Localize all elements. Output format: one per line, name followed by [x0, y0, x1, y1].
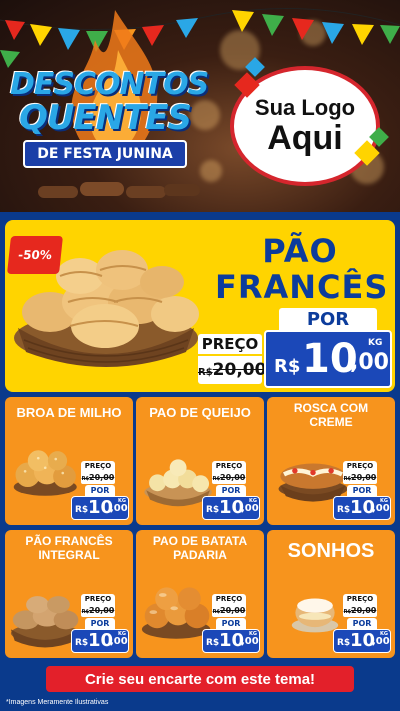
price-label: PREÇO	[343, 594, 377, 605]
old-price-value: 20,00	[351, 473, 377, 482]
product-name: ROSCA COM CREME	[293, 401, 369, 429]
product-card[interactable]: PAO DE QUEIJO PREÇO R$20,00 POR R$ 10,00 KG	[136, 397, 264, 525]
product-card[interactable]: PÃO FRANCÊS INTEGRAL PREÇO R$20,00 POR R$ 10,…	[5, 530, 133, 658]
sale-currency: R$	[206, 505, 220, 515]
sale-price-decimal: ,00	[110, 636, 128, 647]
old-price-currency: R$	[343, 476, 352, 482]
title-band: DE FESTA JUNINA	[23, 140, 187, 168]
unit-label: KG	[249, 498, 257, 504]
por-label: POR	[279, 308, 377, 332]
promo-title: DESCONTOS QUENTES DE FESTA JUNINA	[10, 67, 209, 168]
sale-price-decimal: ,00	[350, 350, 389, 375]
sale-price-box: R$ 10,00 KG	[333, 496, 391, 520]
por-label: POR	[347, 485, 377, 496]
product-name: PÃO FRANCÊS INTEGRAL	[25, 534, 113, 562]
old-price: R$20,00	[343, 605, 377, 617]
sale-price-box: R$ 10,00 KG	[71, 496, 129, 520]
product-name: PAO DE BATATA PADARIA	[152, 534, 248, 562]
old-price-currency: R$	[198, 367, 213, 378]
unit-label: KG	[368, 338, 383, 348]
old-price: R$20,00	[212, 605, 246, 617]
price-label: PREÇO	[343, 461, 377, 472]
unit-label: KG	[118, 631, 126, 637]
sale-currency: R$	[75, 505, 89, 515]
sale-currency: R$	[75, 638, 89, 648]
old-price-currency: R$	[343, 609, 352, 615]
sale-price-box: R$ 10,00 KG	[202, 629, 260, 653]
old-price: R$20,00	[343, 472, 377, 484]
illustrative-images-note: *Imagens Meramente Ilustrativas	[6, 699, 109, 706]
sale-price-decimal: ,00	[241, 503, 259, 514]
product-card[interactable]: ROSCA COM CREME PREÇO R$20,00 POR R$ 10,00 KG	[267, 397, 395, 525]
sale-price-decimal: ,00	[372, 503, 390, 514]
old-price-currency: R$	[81, 476, 90, 482]
por-label: POR	[216, 485, 246, 496]
old-price-value: 20,00	[220, 606, 246, 615]
price-label: PREÇO	[212, 594, 246, 605]
old-price-value: 20,00	[89, 473, 115, 482]
old-price: R$20,00	[198, 356, 266, 384]
por-label: POR	[216, 618, 246, 629]
sale-currency: R$	[274, 356, 301, 377]
discount-badge: -50%	[7, 236, 63, 274]
product-name: PAO DE QUEIJO	[149, 405, 251, 420]
create-flyer-button[interactable]: Crie seu encarte com este tema!	[46, 666, 354, 692]
sale-currency: R$	[337, 638, 351, 648]
old-price-currency: R$	[81, 609, 90, 615]
logo-text-line-2: Aqui	[267, 119, 343, 157]
logo-text-line-1: Sua Logo	[254, 95, 356, 120]
old-price: R$20,00	[81, 472, 115, 484]
sale-currency: R$	[206, 638, 220, 648]
price-label: PREÇO	[81, 594, 115, 605]
product-card[interactable]: SONHOS PREÇO R$20,00 POR R$ 10,00 KG	[267, 530, 395, 658]
price-label: PREÇO	[198, 334, 262, 354]
old-price-value: 20,00	[220, 473, 246, 482]
product-name: SONHOS	[287, 540, 375, 562]
firewood-icon	[38, 182, 200, 198]
old-price-currency: R$	[212, 609, 221, 615]
product-card[interactable]: PAO DE BATATA PADARIA PREÇO R$20,00 POR R$ 10…	[136, 530, 264, 658]
sale-price-decimal: ,00	[110, 503, 128, 514]
featured-product-name-line-2: FRANCÊS	[215, 268, 389, 306]
product-photo-icon	[13, 450, 77, 496]
por-label: POR	[85, 618, 115, 629]
header-banner: DESCONTOS QUENTES DE FESTA JUNINA Sua Lo…	[0, 0, 400, 212]
old-price: R$20,00	[212, 472, 246, 484]
old-price: R$20,00	[81, 605, 115, 617]
price-label: PREÇO	[81, 461, 115, 472]
price-label: PREÇO	[212, 461, 246, 472]
old-price-value: 20,00	[351, 606, 377, 615]
por-label: POR	[347, 618, 377, 629]
unit-label: KG	[249, 631, 257, 637]
product-card[interactable]: BROA DE MILHO PREÇO R$20,00 POR R$ 10,00 KG	[5, 397, 133, 525]
title-line-2: QUENTES	[18, 98, 192, 138]
sale-price-box: R$ 10,00 KG	[202, 496, 260, 520]
old-price-value: 20,00	[212, 360, 267, 380]
unit-label: KG	[380, 631, 388, 637]
sale-price-box: R$ 10,00 KG	[333, 629, 391, 653]
sale-currency: R$	[337, 505, 351, 515]
featured-product-name-line-1: PÃO	[262, 232, 338, 270]
sale-price-decimal: ,00	[372, 636, 390, 647]
sale-price-decimal: ,00	[241, 636, 259, 647]
unit-label: KG	[380, 498, 388, 504]
title-line-1: DESCONTOS	[10, 67, 209, 102]
product-name: BROA DE MILHO	[16, 405, 122, 420]
sale-price-box: R$ 10,00 KG	[71, 629, 129, 653]
bokeh-light	[200, 160, 222, 182]
old-price-value: 20,00	[89, 606, 115, 615]
sale-price-box: R$ 10 ,00 KG	[264, 330, 392, 388]
unit-label: KG	[118, 498, 126, 504]
old-price-currency: R$	[212, 476, 221, 482]
por-label: POR	[85, 485, 115, 496]
